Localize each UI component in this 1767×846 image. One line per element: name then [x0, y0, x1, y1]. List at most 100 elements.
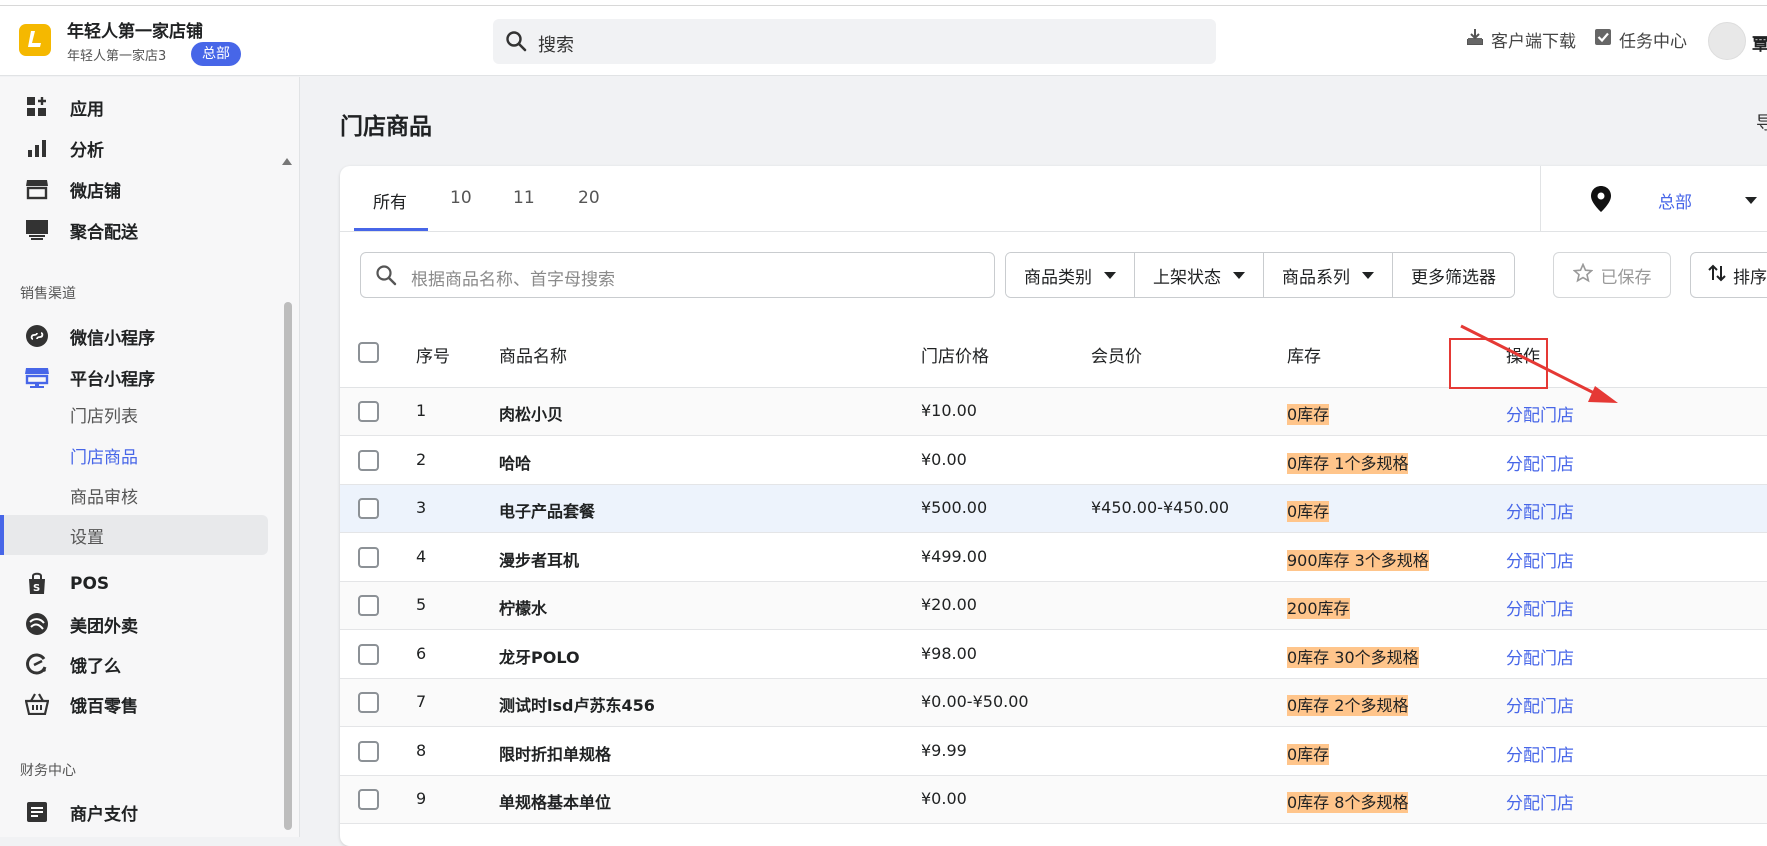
store-name[interactable]: 年轻人第一家店铺: [67, 17, 203, 42]
assign-store-link-text[interactable]: 分配门店: [1506, 649, 1574, 669]
scroll-up-arrow[interactable]: [282, 158, 292, 165]
cell-product-name[interactable]: 哈哈: [499, 450, 531, 474]
saved-button[interactable]: 已保存: [1553, 252, 1671, 298]
row-checkbox[interactable]: [358, 498, 379, 519]
sidebar-subitem-store-list[interactable]: 门店列表: [70, 402, 138, 427]
sidebar-scrollbar-thumb[interactable]: [284, 302, 292, 830]
filter-series-button[interactable]: 商品系列: [1264, 253, 1393, 297]
row-checkbox[interactable]: [358, 401, 379, 422]
tab-all[interactable]: 所有: [373, 188, 407, 213]
row-checkbox[interactable]: [358, 789, 379, 810]
table-row[interactable]: 9 单规格基本单位 ¥0.00 0库存 8个多规格 分配门店: [340, 776, 1767, 824]
cell-product-name-text[interactable]: 电子产品套餐: [499, 502, 595, 521]
assign-store-link[interactable]: 分配门店: [1506, 498, 1574, 523]
tab-11[interactable]: 11: [513, 188, 535, 208]
tab-20[interactable]: 20: [578, 188, 600, 208]
assign-store-link[interactable]: 分配门店: [1506, 789, 1574, 814]
sidebar-item-merchant-payment[interactable]: 商户支付: [24, 797, 138, 827]
sidebar-item-wechat-miniprogram[interactable]: 微信小程序: [24, 321, 155, 351]
global-search-input[interactable]: 搜索: [493, 19, 1216, 64]
assign-store-link[interactable]: 分配门店: [1506, 644, 1574, 669]
row-checkbox[interactable]: [358, 449, 379, 471]
cell-product-name[interactable]: 肉松小贝: [499, 401, 563, 425]
task-center-button[interactable]: 任务中心: [1593, 27, 1687, 52]
cell-product-name[interactable]: 测试时lsd卢苏东456: [499, 692, 655, 716]
cell-product-name[interactable]: 限时折扣单规格: [499, 741, 611, 765]
tab-10[interactable]: 10: [450, 188, 472, 208]
table-row[interactable]: 2 哈哈 ¥0.00 0库存 1个多规格 分配门店: [340, 437, 1767, 485]
sidebar-item-platform-miniprogram[interactable]: 平台小程序: [24, 362, 155, 392]
assign-store-link-text[interactable]: 分配门店: [1506, 552, 1574, 572]
table-row[interactable]: 1 肉松小贝 ¥10.00 0库存 分配门店: [340, 388, 1767, 436]
cell-product-name-text[interactable]: 龙牙POLO: [499, 648, 580, 667]
sidebar-item-pos[interactable]: S POS: [24, 569, 109, 599]
table-row[interactable]: 8 限时折扣单规格 ¥9.99 0库存 分配门店: [340, 728, 1767, 776]
assign-store-link[interactable]: 分配门店: [1506, 401, 1574, 426]
column-header-name[interactable]: 商品名称: [499, 342, 567, 367]
table-row[interactable]: 6 龙牙POLO ¥98.00 0库存 30个多规格 分配门店: [340, 631, 1767, 679]
column-header-store-price[interactable]: 门店价格: [921, 342, 989, 367]
user-avatar[interactable]: [1708, 22, 1746, 60]
table-row[interactable]: 5 柠檬水 ¥20.00 200库存 分配门店: [340, 582, 1767, 630]
product-search-input[interactable]: 根据商品名称、首字母搜索: [360, 252, 995, 298]
cell-product-name-text[interactable]: 限时折扣单规格: [499, 745, 611, 764]
row-checkbox[interactable]: [358, 546, 379, 568]
user-name[interactable]: 覃: [1752, 30, 1767, 55]
more-filters-button[interactable]: 更多筛选器: [1393, 253, 1514, 297]
select-all-checkbox[interactable]: [358, 342, 379, 363]
table-row[interactable]: 7 测试时lsd卢苏东456 ¥0.00-¥50.00 0库存 2个多规格 分配门店: [340, 679, 1767, 727]
sidebar-subitem-settings[interactable]: 设置: [70, 523, 104, 548]
row-checkbox[interactable]: [358, 595, 379, 616]
sort-button[interactable]: 排序: [1690, 252, 1767, 298]
assign-store-link-text[interactable]: 分配门店: [1506, 746, 1574, 766]
sidebar-item-apps[interactable]: 应用: [24, 92, 104, 122]
cell-product-name-text[interactable]: 测试时lsd卢苏东456: [499, 696, 655, 715]
cell-index-text: 3: [416, 498, 427, 517]
assign-store-link-text[interactable]: 分配门店: [1506, 600, 1574, 620]
cell-product-name-text[interactable]: 肉松小贝: [499, 405, 563, 424]
sidebar-item-analytics[interactable]: 分析: [24, 133, 104, 163]
filter-category-button[interactable]: 商品类别: [1006, 253, 1135, 297]
row-checkbox[interactable]: [358, 643, 379, 665]
row-checkbox[interactable]: [358, 740, 379, 762]
assign-store-link-text[interactable]: 分配门店: [1506, 794, 1574, 814]
assign-store-link-text[interactable]: 分配门店: [1506, 503, 1574, 523]
export-button-partial[interactable]: 导: [1756, 109, 1767, 135]
filter-listing-status-button[interactable]: 上架状态: [1135, 253, 1264, 297]
assign-store-link-text[interactable]: 分配门店: [1506, 697, 1574, 717]
row-checkbox[interactable]: [358, 692, 379, 713]
cell-product-name[interactable]: 龙牙POLO: [499, 644, 580, 668]
sidebar-item-delivery[interactable]: 聚合配送: [24, 215, 138, 245]
sidebar-item-eleme[interactable]: 饿了么: [24, 649, 121, 679]
assign-store-link-text[interactable]: 分配门店: [1506, 406, 1574, 426]
assign-store-link[interactable]: 分配门店: [1506, 547, 1574, 572]
assign-store-link[interactable]: 分配门店: [1506, 692, 1574, 717]
sidebar-item-micro-store[interactable]: 微店铺: [24, 174, 121, 204]
assign-store-link-text[interactable]: 分配门店: [1506, 455, 1574, 475]
hq-badge: 总部: [191, 42, 241, 66]
cell-product-name[interactable]: 单规格基本单位: [499, 789, 611, 813]
assign-store-link[interactable]: 分配门店: [1506, 595, 1574, 620]
cell-product-name[interactable]: 漫步者耳机: [499, 547, 579, 571]
location-selector[interactable]: 总部: [1658, 188, 1692, 213]
sidebar-item-meituan[interactable]: 美团外卖: [24, 609, 138, 639]
cell-product-name[interactable]: 电子产品套餐: [499, 498, 595, 522]
column-header-stock[interactable]: 库存: [1287, 342, 1321, 367]
sidebar-subitem-store-products[interactable]: 门店商品: [70, 443, 138, 468]
cell-product-name-text[interactable]: 哈哈: [499, 454, 531, 473]
table-row[interactable]: 4 漫步者耳机 ¥499.00 900库存 3个多规格 分配门店: [340, 534, 1767, 582]
store-logo[interactable]: [19, 24, 51, 56]
cell-product-name-text[interactable]: 柠檬水: [499, 599, 547, 618]
table-row[interactable]: 3 电子产品套餐 ¥500.00 ¥450.00-¥450.00 0库存 分配门店: [340, 485, 1767, 533]
chevron-down-icon[interactable]: [1745, 197, 1757, 204]
task-center-label: 任务中心: [1619, 32, 1687, 52]
cell-product-name-text[interactable]: 单规格基本单位: [499, 793, 611, 812]
cell-product-name[interactable]: 柠檬水: [499, 595, 547, 619]
column-header-member-price[interactable]: 会员价: [1091, 342, 1142, 367]
sidebar-item-ebai-retail[interactable]: 饿百零售: [24, 689, 138, 719]
client-download-button[interactable]: 客户端下载: [1465, 27, 1576, 52]
sidebar-subitem-product-review[interactable]: 商品审核: [70, 483, 138, 508]
cell-product-name-text[interactable]: 漫步者耳机: [499, 551, 579, 570]
assign-store-link[interactable]: 分配门店: [1506, 741, 1574, 766]
assign-store-link[interactable]: 分配门店: [1506, 450, 1574, 475]
